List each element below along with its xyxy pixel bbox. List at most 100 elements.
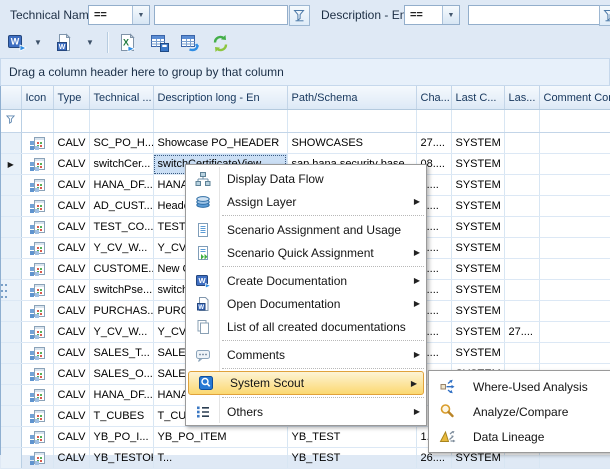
cell-comment[interactable] [539, 238, 610, 259]
column-header-description[interactable]: Description long - En [153, 86, 287, 110]
group-by-panel[interactable]: Drag a column header here to group by th… [0, 58, 610, 86]
cell-last-changed-by[interactable]: SYSTEM [451, 175, 504, 196]
filter-cell[interactable] [451, 110, 504, 133]
filter-cell[interactable] [21, 110, 53, 133]
cell-type[interactable]: CALV [53, 406, 89, 427]
cell-last-changed-by[interactable]: SYSTEM [451, 259, 504, 280]
save-grid-layout-button[interactable] [148, 31, 172, 55]
cell-type[interactable]: CALV [53, 343, 89, 364]
row-indicator[interactable] [1, 175, 21, 196]
cell-technical-name[interactable]: AD_CUST... [89, 196, 153, 217]
cell-icon[interactable] [21, 196, 53, 217]
cell-technical-name[interactable]: PURCHAS... [89, 301, 153, 322]
row-indicator[interactable] [1, 196, 21, 217]
cell-type[interactable]: CALV [53, 385, 89, 406]
cell-icon[interactable] [21, 322, 53, 343]
open-word-documentation-button[interactable]: W [52, 31, 76, 55]
filter-cell[interactable] [287, 110, 416, 133]
cell-icon[interactable] [21, 301, 53, 322]
export-excel-button[interactable]: X [116, 31, 140, 55]
cell-description[interactable]: T... [153, 448, 287, 469]
cell-icon[interactable] [21, 154, 53, 175]
cell-last-changed-by[interactable]: SYSTEM [451, 196, 504, 217]
row-indicator[interactable] [1, 364, 21, 385]
cell-type[interactable]: CALV [53, 133, 89, 154]
menu-item-system-scout[interactable]: System Scout ▶ [188, 371, 424, 395]
column-header-last-changed[interactable]: Last C... [451, 86, 504, 110]
menu-item-comments[interactable]: Comments ▶ [186, 343, 426, 366]
row-indicator[interactable] [1, 406, 21, 427]
cell-description[interactable]: YB_PO_ITEM [153, 427, 287, 448]
cell-changed[interactable]: 27.... [416, 133, 451, 154]
cell-path-schema[interactable]: YB_TEST [287, 427, 416, 448]
cell-icon[interactable] [21, 175, 53, 196]
cell-comment[interactable] [539, 175, 610, 196]
cell-las[interactable] [504, 133, 539, 154]
chevron-down-icon[interactable]: ▼ [442, 6, 459, 24]
filter-cell[interactable] [53, 110, 89, 133]
cell-icon[interactable] [21, 427, 53, 448]
cell-icon[interactable] [21, 238, 53, 259]
cell-las[interactable] [504, 196, 539, 217]
cell-las[interactable]: 27.... [504, 322, 539, 343]
cell-type[interactable]: CALV [53, 175, 89, 196]
cell-type[interactable]: CALV [53, 238, 89, 259]
row-indicator[interactable] [1, 238, 21, 259]
cell-comment[interactable] [539, 196, 610, 217]
cell-comment[interactable] [539, 133, 610, 154]
menu-item-open-documentation[interactable]: W Open Documentation ▶ [186, 292, 426, 315]
filter-button[interactable] [289, 5, 310, 26]
row-indicator[interactable] [1, 280, 21, 301]
filter-cell[interactable] [89, 110, 153, 133]
submenu-item-analyze-compare[interactable]: Analyze/Compare [429, 399, 610, 424]
cell-technical-name[interactable]: switchCer... [89, 154, 153, 175]
cell-comment[interactable] [539, 154, 610, 175]
cell-las[interactable] [504, 259, 539, 280]
menu-item-create-documentation[interactable]: W Create Documentation ▶ [186, 269, 426, 292]
refresh-button[interactable] [208, 31, 232, 55]
cell-technical-name[interactable]: YB_PO_I... [89, 427, 153, 448]
filter-cell[interactable] [539, 110, 610, 133]
cell-comment[interactable] [539, 217, 610, 238]
cell-icon[interactable] [21, 280, 53, 301]
description-operator-combo[interactable]: == ▼ [404, 5, 460, 25]
cell-technical-name[interactable]: CUSTOME... [89, 259, 153, 280]
cell-icon[interactable] [21, 217, 53, 238]
cell-last-changed-by[interactable]: SYSTEM [451, 322, 504, 343]
cell-technical-name[interactable]: Y_CV_W... [89, 322, 153, 343]
create-word-documentation-button[interactable]: W [6, 31, 30, 55]
cell-type[interactable]: CALV [53, 217, 89, 238]
cell-comment[interactable] [539, 301, 610, 322]
cell-technical-name[interactable]: switchPse... [89, 280, 153, 301]
menu-item-display-data-flow[interactable]: Display Data Flow [186, 167, 426, 190]
cell-last-changed-by[interactable]: SYSTEM [451, 154, 504, 175]
column-header-comment[interactable]: Comment Con [539, 86, 610, 110]
cell-technical-name[interactable]: SC_PO_H... [89, 133, 153, 154]
chevron-down-icon[interactable]: ▼ [86, 38, 94, 47]
cell-last-changed-by[interactable]: SYSTEM [451, 217, 504, 238]
cell-technical-name[interactable]: Y_CV_W... [89, 238, 153, 259]
cell-comment[interactable] [539, 280, 610, 301]
cell-las[interactable] [504, 154, 539, 175]
cell-path-schema[interactable]: SHOWCASES [287, 133, 416, 154]
cell-icon[interactable] [21, 343, 53, 364]
splitter-grip[interactable] [1, 284, 3, 286]
cell-las[interactable] [504, 217, 539, 238]
cell-description[interactable]: Showcase PO_HEADER [153, 133, 287, 154]
cell-icon[interactable] [21, 385, 53, 406]
chevron-down-icon[interactable]: ▼ [34, 38, 42, 47]
filter-cell[interactable] [153, 110, 287, 133]
column-header-type[interactable]: Type [53, 86, 89, 110]
cell-technical-name[interactable]: TEST_CO... [89, 217, 153, 238]
cell-icon[interactable] [21, 133, 53, 154]
row-indicator[interactable] [1, 301, 21, 322]
row-indicator[interactable] [1, 322, 21, 343]
menu-item-others[interactable]: Others ▶ [186, 400, 426, 423]
row-indicator[interactable] [1, 427, 21, 448]
cell-technical-name[interactable]: HANA_DF... [89, 175, 153, 196]
cell-las[interactable] [504, 280, 539, 301]
filter-button-right[interactable] [599, 5, 610, 26]
row-indicator[interactable]: ▶ [1, 154, 21, 175]
cell-las[interactable] [504, 238, 539, 259]
filter-cell[interactable] [416, 110, 451, 133]
